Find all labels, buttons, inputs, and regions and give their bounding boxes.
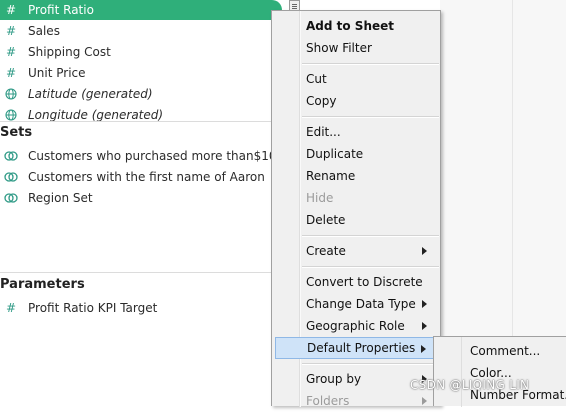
menu-item-duplicate[interactable]: Duplicate <box>275 143 437 165</box>
field-label: Unit Price <box>28 66 86 80</box>
menu-item-edit[interactable]: Edit... <box>275 121 437 143</box>
menu-item-geographic-role[interactable]: Geographic Role <box>275 315 437 337</box>
field-label: Customers who purchased more than$100 <box>28 149 285 163</box>
submenu-item-comment[interactable]: Comment... <box>437 340 565 362</box>
menu-item-convert-to-discrete[interactable]: Convert to Discrete <box>275 271 437 293</box>
field-item[interactable]: # Shipping Cost <box>0 42 283 62</box>
field-label: Region Set <box>28 191 93 205</box>
chevron-right-icon <box>422 322 427 330</box>
hash-icon: # <box>5 301 17 315</box>
field-label: Sales <box>28 24 60 38</box>
chevron-right-icon <box>421 345 426 353</box>
set-icon <box>3 146 19 166</box>
field-item[interactable]: Latitude (generated) <box>0 84 283 104</box>
menu-separator <box>302 63 439 65</box>
field-label: Latitude (generated) <box>28 87 153 101</box>
menu-item-create[interactable]: Create <box>275 240 437 262</box>
hash-icon: # <box>5 66 17 80</box>
menu-item-show-filter[interactable]: Show Filter <box>275 37 437 59</box>
menu-item-folders: Folders <box>275 390 437 412</box>
field-item[interactable]: # Unit Price <box>0 63 283 83</box>
menu-separator <box>302 266 439 268</box>
chevron-right-icon <box>422 247 427 255</box>
view-divider <box>512 0 513 338</box>
set-icon <box>3 167 19 187</box>
field-label: Profit Ratio KPI Target <box>28 301 158 315</box>
sets-title: Sets <box>0 125 33 140</box>
field-item[interactable]: Region Set <box>0 188 283 208</box>
menu-item-delete[interactable]: Delete <box>275 209 437 231</box>
field-item[interactable]: # Profit Ratio <box>0 0 282 20</box>
watermark: CSDN @LIQING LIN <box>410 378 530 392</box>
menu-item-default-properties[interactable]: Default Properties <box>275 337 437 359</box>
hash-icon: # <box>5 24 17 38</box>
field-label: Shipping Cost <box>28 45 111 59</box>
section-divider <box>0 272 283 273</box>
field-item[interactable]: # Profit Ratio KPI Target <box>0 298 283 318</box>
set-icon <box>3 188 19 208</box>
default-properties-submenu: Comment... Color... Number Format... <box>433 336 566 407</box>
menu-item-cut[interactable]: Cut <box>275 68 437 90</box>
data-pane: # Profit Ratio # Sales # Shipping Cost # Unit P… <box>0 0 285 406</box>
field-label: Longitude (generated) <box>28 108 164 122</box>
globe-icon <box>3 105 19 125</box>
field-label: Customers with the first name of Aaron <box>28 170 265 184</box>
context-menu: Add to Sheet Show Filter Cut Copy Edit... Dup… <box>271 10 441 408</box>
menu-item-hide: Hide <box>306 191 334 205</box>
menu-item-rename[interactable]: Rename <box>275 165 437 187</box>
hash-icon: # <box>5 3 17 17</box>
menu-item-add-to-sheet[interactable]: Add to Sheet <box>275 15 437 37</box>
menu-item-copy[interactable]: Copy <box>275 90 437 112</box>
field-item[interactable]: # Sales <box>0 21 283 41</box>
hash-icon: # <box>5 45 17 59</box>
field-item[interactable]: Longitude (generated) <box>0 105 283 125</box>
menu-separator <box>302 116 439 118</box>
parameters-title: Parameters <box>0 277 85 292</box>
field-label: Profit Ratio <box>28 3 94 17</box>
menu-separator <box>302 363 439 365</box>
chevron-right-icon <box>422 300 427 308</box>
chevron-right-icon <box>422 397 427 405</box>
menu-separator <box>302 235 439 237</box>
globe-icon <box>3 84 19 104</box>
menu-item-change-data-type[interactable]: Change Data Type <box>275 293 437 315</box>
field-item[interactable]: Customers who purchased more than$100 <box>0 146 285 166</box>
field-item[interactable]: Customers with the first name of Aaron <box>0 167 283 187</box>
section-divider <box>0 121 283 122</box>
